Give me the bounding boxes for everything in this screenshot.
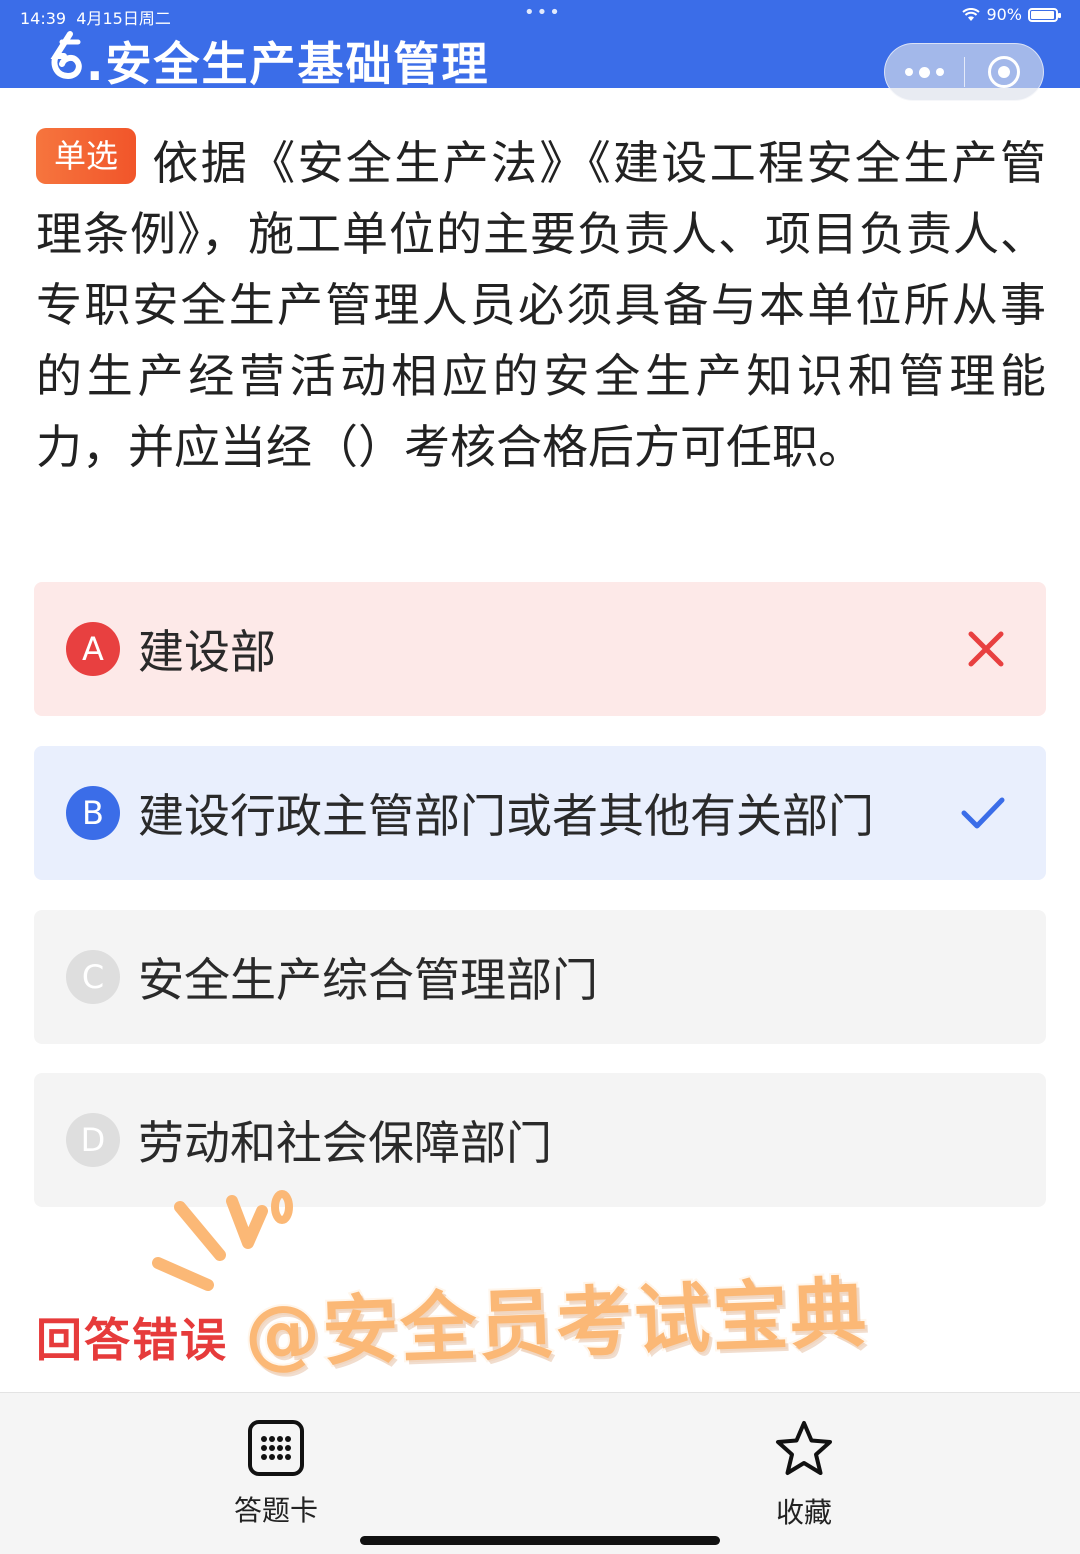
option-a[interactable]: A 建设部: [34, 582, 1046, 716]
question-text: 依据《安全生产法》《建设工程安全生产管理条例》，施工单位的主要负责人、项目负责人…: [36, 136, 1046, 474]
option-c[interactable]: C 安全生产综合管理部门: [34, 910, 1046, 1044]
option-b[interactable]: B 建设行政主管部门或者其他有关部门: [34, 746, 1046, 880]
page-title: .安全生产基础管理: [86, 37, 490, 91]
answer-result: 回答错误: [36, 1313, 228, 1367]
close-mini-program-button[interactable]: [965, 44, 1043, 100]
answer-card-button[interactable]: 答题卡: [206, 1419, 346, 1529]
more-button[interactable]: [885, 44, 964, 100]
option-b-letter: B: [66, 786, 120, 840]
answer-card-label: 答题卡: [233, 1494, 318, 1527]
battery-icon: [1028, 7, 1061, 22]
target-icon: [987, 56, 1020, 88]
wifi-icon: [962, 7, 981, 21]
battery-percent: 90%: [986, 5, 1022, 24]
option-c-text: 安全生产综合管理部门: [138, 953, 598, 1007]
option-a-letter: A: [66, 622, 120, 676]
option-b-text: 建设行政主管部门或者其他有关部门: [138, 789, 874, 843]
option-d-letter: D: [66, 1113, 120, 1167]
star-icon: [776, 1421, 832, 1475]
close-icon: [968, 631, 1004, 667]
grid-icon: [248, 1420, 304, 1476]
back-logo-icon[interactable]: [48, 30, 88, 84]
mini-program-capsule: [884, 43, 1044, 101]
favorite-button[interactable]: 收藏: [734, 1419, 874, 1531]
watermark-text: @安全员考试宝典: [241, 1266, 872, 1381]
option-a-text: 建设部: [138, 625, 276, 679]
option-c-letter: C: [66, 950, 120, 1004]
bottom-toolbar: 答题卡 收藏: [0, 1392, 1080, 1554]
status-date: 4月15日周二: [76, 9, 171, 28]
status-time: 14:39 4月15日周二: [20, 9, 171, 28]
question-type-badge: 单选: [36, 128, 137, 184]
multitask-dots-icon[interactable]: •••: [524, 2, 562, 23]
app-header: 14:39 4月15日周二 ••• 90% .安全生产基础管理: [0, 0, 1080, 101]
check-icon: [961, 797, 1005, 829]
question-stem: 单选 依据《安全生产法》《建设工程安全生产管理条例》，施工单位的主要负责人、项目负…: [36, 128, 1046, 483]
option-d-text: 劳动和社会保障部门: [138, 1116, 552, 1170]
status-indicators: 90%: [962, 5, 1061, 24]
favorite-label: 收藏: [775, 1496, 832, 1529]
home-indicator[interactable]: [360, 1536, 720, 1545]
